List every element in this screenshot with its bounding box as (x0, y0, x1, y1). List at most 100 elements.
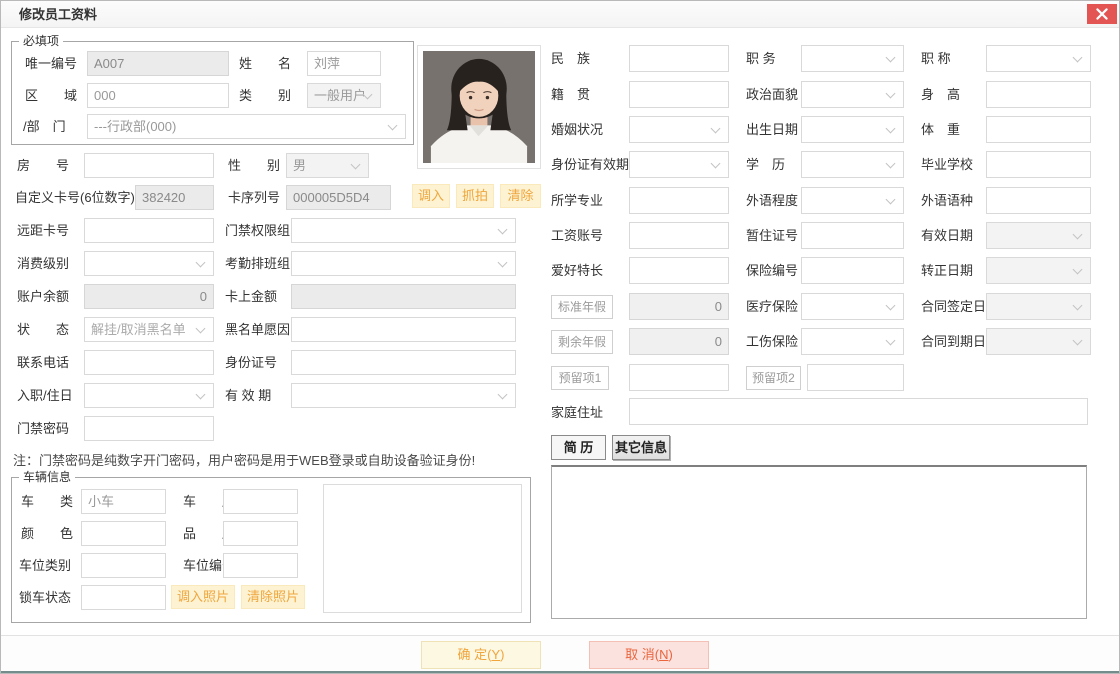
slot-type-input[interactable] (81, 553, 166, 578)
politics-label: 政治面貌 (746, 87, 799, 102)
valid-period-select[interactable] (291, 383, 516, 408)
reserve2-label: 预留项2 (746, 366, 801, 390)
injury-insurance-label: 工伤保险 (746, 334, 799, 349)
custom-card-input[interactable]: 382420 (135, 185, 214, 210)
duty-select[interactable] (801, 45, 904, 72)
employee-photo-frame (417, 45, 541, 169)
chevron-down-icon (710, 158, 721, 168)
custom-card-value: 382420 (142, 190, 186, 205)
contract-end-label: 合同到期日 (921, 334, 987, 349)
slot-no-input[interactable] (223, 553, 298, 578)
area-input[interactable]: 000 (87, 83, 229, 108)
access-group-select[interactable] (291, 218, 516, 243)
std-leave-label: 标准年假 (551, 295, 613, 319)
cancel-accel-key: N (659, 647, 669, 662)
cancel-button[interactable]: 取 消(N) (589, 641, 709, 669)
native-place-label: 籍 贯 (551, 87, 591, 102)
chevron-down-icon (885, 300, 896, 310)
vehicle-photo-load-button[interactable]: 调入照片 (171, 585, 235, 609)
plate-input[interactable] (223, 489, 298, 514)
birth-date-select[interactable] (801, 116, 904, 143)
department-label: /部 门 (23, 119, 66, 134)
balance-input[interactable]: 0 (84, 284, 214, 309)
tab-other-info[interactable]: 其它信息 (612, 435, 670, 460)
blacklist-reason-input[interactable] (291, 317, 516, 342)
blacklist-reason-label: 黑名单愿因 (225, 322, 291, 337)
education-select[interactable] (801, 151, 904, 178)
chevron-down-icon (885, 158, 896, 168)
photo-capture-button[interactable]: 抓拍 (456, 184, 494, 208)
door-password-input[interactable] (84, 416, 214, 441)
chevron-down-icon (1072, 229, 1083, 239)
tab-resume[interactable]: 简 历 (551, 435, 606, 460)
valid-date-select[interactable] (986, 222, 1091, 249)
far-card-input[interactable] (84, 218, 214, 243)
hobby-input[interactable] (629, 257, 729, 284)
hire-date-select[interactable] (84, 383, 214, 408)
remain-leave-input[interactable]: 0 (629, 328, 729, 355)
status-select[interactable]: 解挂/取消黑名单 (84, 317, 214, 342)
reserve2-input[interactable] (807, 364, 904, 391)
regular-date-select[interactable] (986, 257, 1091, 284)
department-select[interactable]: ---行政部(000) (87, 114, 406, 139)
insurance-no-input[interactable] (801, 257, 904, 284)
unique-id-input[interactable]: A007 (87, 51, 229, 76)
education-label: 学 历 (746, 157, 786, 172)
photo-clear-button[interactable]: 清除 (500, 184, 541, 208)
school-input[interactable] (986, 151, 1091, 178)
home-address-input[interactable] (629, 398, 1088, 425)
injury-insurance-select[interactable] (801, 328, 904, 355)
height-input[interactable] (986, 81, 1091, 108)
card-money-input[interactable] (291, 284, 516, 309)
id-valid-select[interactable] (629, 151, 729, 178)
medical-insurance-label: 医疗保险 (746, 299, 799, 314)
photo-load-button[interactable]: 调入 (412, 184, 450, 208)
id-number-label: 身份证号 (225, 355, 278, 370)
brand-input[interactable] (223, 521, 298, 546)
unique-id-value: A007 (94, 56, 125, 71)
politics-select[interactable] (801, 81, 904, 108)
room-no-input[interactable] (84, 153, 214, 178)
vehicle-color-input[interactable] (81, 521, 166, 546)
category-value: 一般用户 (314, 88, 367, 103)
temp-id-input[interactable] (801, 222, 904, 249)
close-button[interactable] (1087, 4, 1117, 24)
ok-label-suffix: ) (500, 647, 505, 662)
category-select[interactable]: 一般用户 (307, 83, 381, 108)
vehicle-type-input[interactable]: 小车 (81, 489, 166, 514)
shift-group-select[interactable] (291, 251, 516, 276)
card-serial-input[interactable]: 000005D5D4 (286, 185, 391, 210)
major-input[interactable] (629, 187, 729, 214)
resume-textarea[interactable] (551, 465, 1087, 619)
name-input[interactable]: 刘萍 (307, 51, 381, 76)
consume-level-select[interactable] (84, 251, 214, 276)
vehicle-color-label: 颜 色 (21, 526, 74, 541)
foreign-lang-input[interactable] (986, 187, 1091, 214)
salary-account-input[interactable] (629, 222, 729, 249)
ok-button[interactable]: 确 定(Y) (421, 641, 541, 669)
native-place-input[interactable] (629, 81, 729, 108)
employee-photo (423, 51, 535, 163)
weight-input[interactable] (986, 116, 1091, 143)
medical-insurance-select[interactable] (801, 293, 904, 320)
nation-input[interactable] (629, 45, 729, 72)
contract-sign-select[interactable] (986, 293, 1091, 320)
lock-state-input[interactable] (81, 585, 166, 610)
contract-end-select[interactable] (986, 328, 1091, 355)
nation-label: 民 族 (551, 51, 591, 66)
required-legend: 必填项 (19, 34, 64, 48)
std-leave-input[interactable]: 0 (629, 293, 729, 320)
chevron-down-icon (710, 123, 721, 133)
foreign-level-select[interactable] (801, 187, 904, 214)
vehicle-photo-clear-button[interactable]: 清除照片 (241, 585, 305, 609)
consume-level-label: 消费级别 (17, 256, 70, 271)
ok-label: 确 定( (457, 647, 492, 662)
title-select[interactable] (986, 45, 1091, 72)
department-value: ---行政部(000) (94, 119, 177, 134)
id-number-input[interactable] (291, 350, 516, 375)
reserve1-input[interactable] (629, 364, 729, 391)
marriage-select[interactable] (629, 116, 729, 143)
phone-input[interactable] (84, 350, 214, 375)
gender-select[interactable]: 男 (286, 153, 369, 178)
name-label: 姓 名 (239, 56, 292, 71)
